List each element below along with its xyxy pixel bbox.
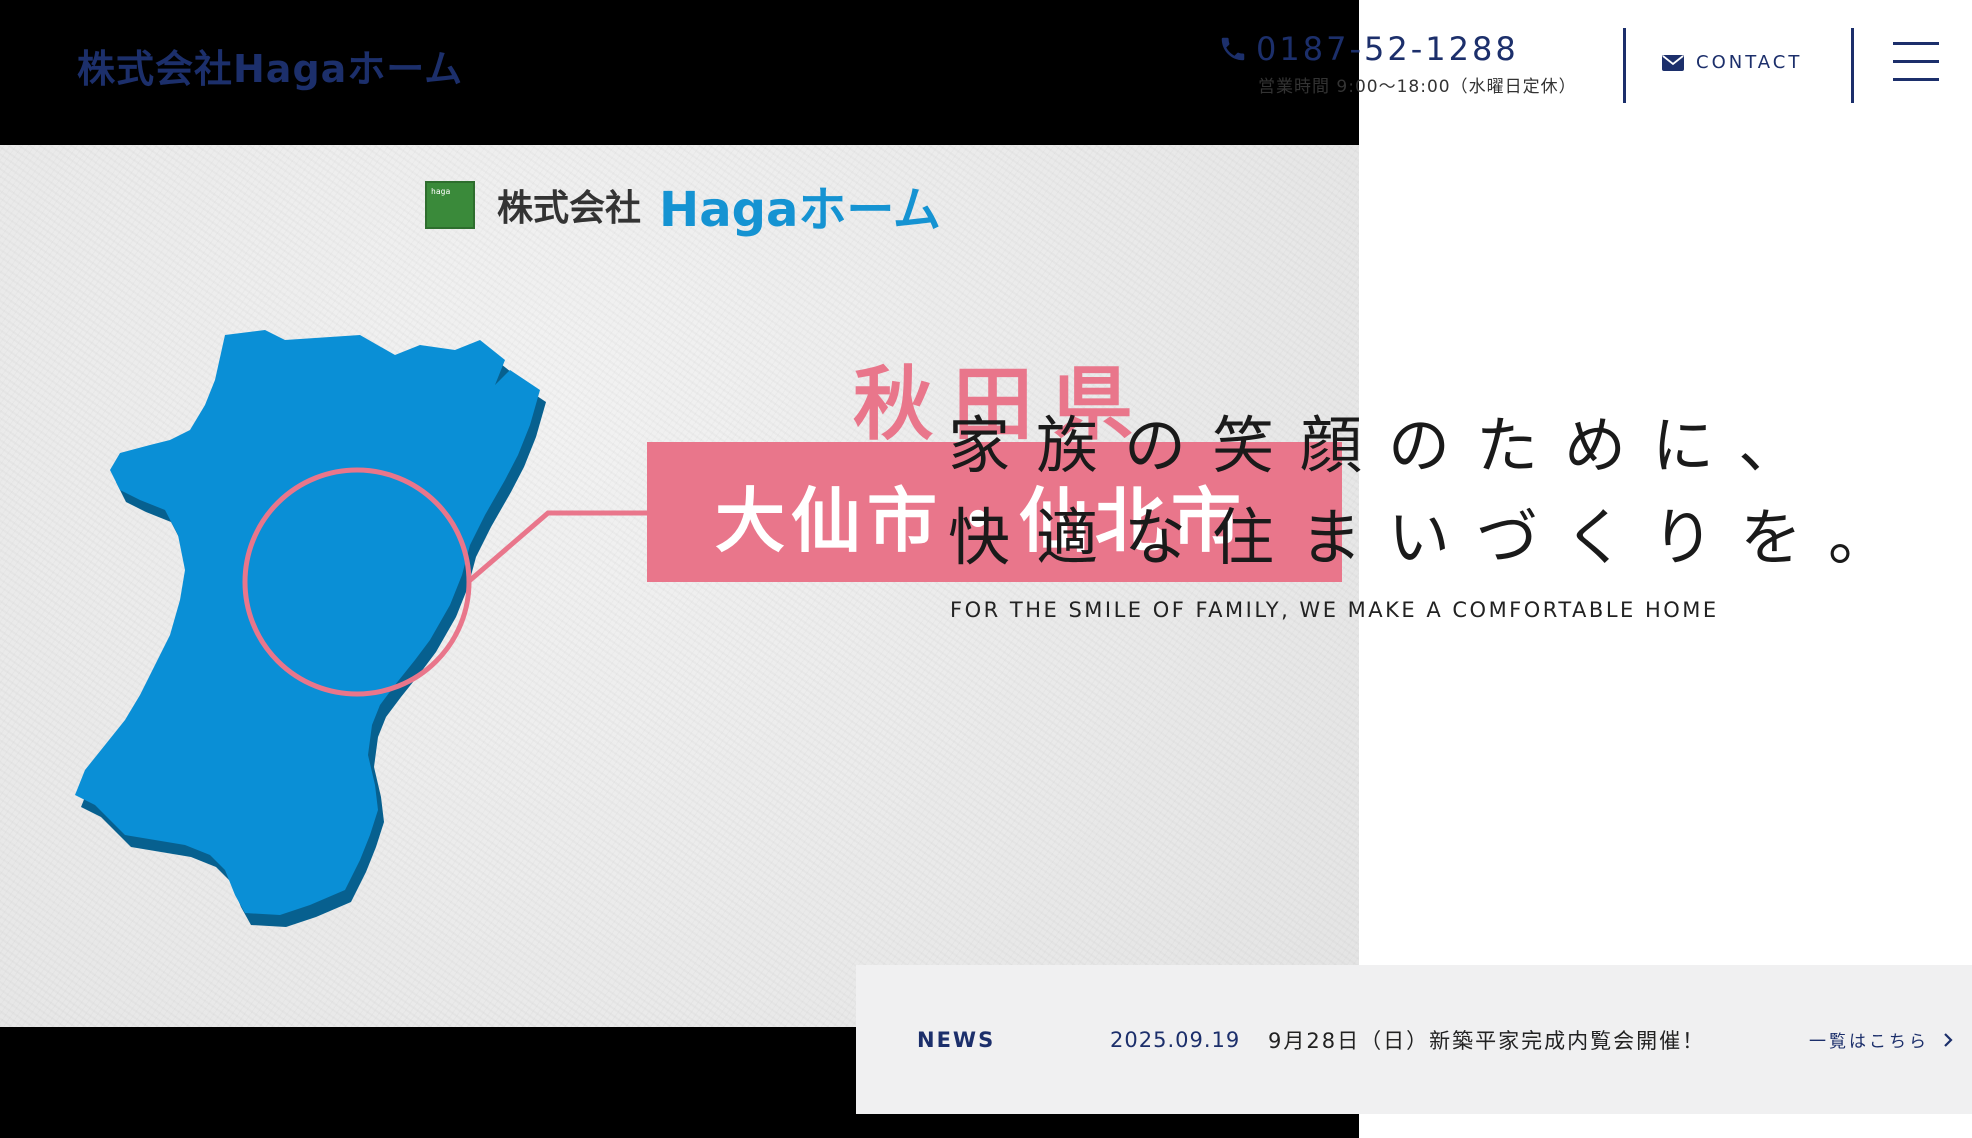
- news-more-label: 一覧はこちら: [1809, 1032, 1929, 1052]
- video-logo-company: 株式会社: [497, 188, 642, 229]
- video-frame-paper: haga 株式会社 Hagaホーム 秋田県 大仙市・仙北市: [0, 145, 1359, 1027]
- hamburger-menu-icon[interactable]: [1893, 42, 1939, 86]
- catch-line-1: 家族の笑顔のために、: [948, 409, 1827, 482]
- mail-icon: [1662, 54, 1684, 71]
- chevron-right-icon: [1944, 1032, 1953, 1047]
- site-logo[interactable]: 株式会社Hagaホーム: [77, 38, 463, 93]
- catch-line-2: 快適な住まいづくりを。: [948, 501, 1917, 574]
- phone-icon: [1221, 37, 1245, 61]
- header-divider: [1623, 28, 1626, 103]
- phone-number[interactable]: 0187-52-1288: [1256, 30, 1519, 68]
- video-company-logo: haga 株式会社 Hagaホーム: [425, 170, 941, 240]
- news-bar: NEWS 2025.09.19 9月28日（日）新築平家完成内覧会開催！ 一覧は…: [856, 965, 1972, 1114]
- video-logo-name: Hagaホーム: [659, 182, 941, 238]
- contact-button[interactable]: CONTACT: [1662, 52, 1802, 73]
- phone-contact[interactable]: 0187-52-1288 営業時間 9:00〜18:00（水曜日定休）: [1218, 30, 1577, 97]
- header-divider: [1851, 28, 1854, 103]
- hero-english-tagline: FOR THE SMILE OF FAMILY, WE MAKE A COMFO…: [950, 598, 1719, 622]
- hero-catchphrase: 家族の笑顔のために、 快適な住まいづくりを。: [948, 400, 1916, 584]
- news-heading: NEWS: [917, 1027, 996, 1052]
- akita-map-illustration: [75, 330, 648, 927]
- logo-house-icon: haga: [425, 181, 475, 229]
- contact-label: CONTACT: [1696, 52, 1803, 73]
- business-hours: 営業時間 9:00〜18:00（水曜日定休）: [1258, 77, 1577, 97]
- news-date: 2025.09.19: [1110, 1027, 1241, 1052]
- news-more-link[interactable]: 一覧はこちら: [1809, 1027, 1953, 1052]
- news-title-link[interactable]: 9月28日（日）新築平家完成内覧会開催！: [1268, 1025, 1705, 1055]
